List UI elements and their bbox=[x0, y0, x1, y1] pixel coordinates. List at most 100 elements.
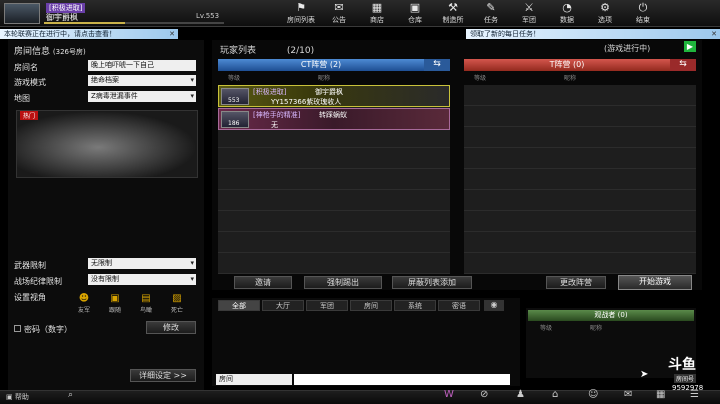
nav-item[interactable]: ⏻ 结束 bbox=[624, 0, 662, 27]
view-option[interactable]: ▨ 死亡 bbox=[165, 293, 189, 314]
empty-t-slot bbox=[464, 253, 696, 274]
chat-tab[interactable]: 军团 bbox=[306, 300, 348, 311]
bottom-bar bbox=[0, 390, 720, 404]
t-team-header[interactable]: T阵营 (0) bbox=[464, 59, 670, 71]
view-option-label: 友军 bbox=[77, 307, 90, 314]
empty-t-slot bbox=[464, 211, 696, 232]
room-name-label: 房间名 bbox=[14, 63, 38, 72]
chat-tab[interactable]: 全部 bbox=[218, 300, 260, 311]
help-icon: ▣ bbox=[6, 393, 13, 401]
nav-icon: ⚙ bbox=[600, 1, 610, 14]
player-level: Lv.553 bbox=[196, 12, 220, 20]
avatar[interactable] bbox=[4, 3, 40, 24]
compass-icon[interactable]: ⊘ bbox=[480, 389, 488, 400]
chat-tab[interactable]: 房间 bbox=[350, 300, 392, 311]
ct-col-level: 等级 bbox=[228, 75, 241, 82]
player-row[interactable]: 186 [神枪手的精准] 转踩蜗蚁 无 bbox=[218, 108, 450, 130]
room-number: (326号房) bbox=[52, 48, 86, 56]
player-avatar: 186 bbox=[221, 111, 249, 128]
invite-button[interactable]: 邀请 bbox=[234, 276, 292, 289]
player-level: 186 bbox=[228, 120, 240, 127]
notice-daily-task[interactable]: 领取了新的每日任务！ ✕ bbox=[466, 29, 720, 39]
start-game-button[interactable]: 开始游戏 bbox=[618, 275, 692, 290]
shop-icon[interactable]: W bbox=[444, 389, 454, 400]
chat-tab[interactable]: 大厅 bbox=[262, 300, 304, 311]
nav-item[interactable]: ⚙ 选项 bbox=[586, 0, 624, 27]
player-name: YY157366紫玫瑰收人 bbox=[271, 98, 342, 106]
nav-item[interactable]: ◔ 数据 bbox=[548, 0, 586, 27]
chat-tab[interactable]: 系统 bbox=[394, 300, 436, 311]
weapon-limit-select[interactable]: 无限制 bbox=[88, 258, 196, 269]
discipline-limit-label: 战场纪律限制 bbox=[14, 277, 62, 286]
view-option[interactable]: ▤ 鸟瞰 bbox=[134, 293, 158, 314]
nav-item[interactable]: ⚑ 房间列表 bbox=[282, 0, 320, 27]
nav-item[interactable]: ✉ 公告 bbox=[320, 0, 358, 27]
t-col-name: 昵称 bbox=[564, 75, 577, 82]
empty-ct-slot bbox=[218, 253, 450, 274]
play-icon[interactable]: ▶ bbox=[684, 41, 696, 52]
nav-label: 房间列表 bbox=[287, 16, 315, 24]
nav-item[interactable]: ▦ 商店 bbox=[358, 0, 396, 27]
nav-item[interactable]: ⚔ 军团 bbox=[510, 0, 548, 27]
chat-input[interactable] bbox=[294, 374, 510, 385]
game-mode-select[interactable]: 绝命档案 bbox=[88, 75, 196, 86]
nav-label: 仓库 bbox=[408, 16, 422, 24]
close-icon[interactable]: ✕ bbox=[169, 29, 175, 39]
friends-icon[interactable]: ☺ bbox=[588, 389, 598, 400]
detail-settings-button[interactable]: 详细设定 >> bbox=[130, 369, 196, 382]
notice-league-text: 本轮联赛正在进行中，请点击查看！ bbox=[4, 30, 116, 38]
room-info-title: 房间信息 (326号房) bbox=[14, 47, 86, 57]
watermark-room-label: 房间号 bbox=[674, 374, 697, 383]
nav-label: 结束 bbox=[636, 16, 650, 24]
watermark-logo: 斗鱼 bbox=[668, 357, 696, 373]
player-tag: [神枪手的精准] bbox=[253, 111, 301, 119]
nav-label: 军团 bbox=[522, 16, 536, 24]
ct-count: (2) bbox=[329, 60, 342, 69]
nav-item[interactable]: ⚒ 制造所 bbox=[434, 0, 472, 27]
room-name-input[interactable]: 晚上咱吓唬一下自己 bbox=[88, 60, 196, 71]
modify-password-button[interactable]: 修改 bbox=[146, 321, 196, 334]
player-level: 553 bbox=[228, 97, 240, 104]
change-team-button[interactable]: 更改阵营 bbox=[546, 276, 606, 289]
person-icon[interactable]: ♟ bbox=[516, 389, 525, 400]
checkbox[interactable] bbox=[14, 325, 21, 332]
chat-tab[interactable]: 密语 bbox=[438, 300, 480, 311]
nav-icon: ⏻ bbox=[638, 1, 648, 14]
nav-item[interactable]: ▣ 仓库 bbox=[396, 0, 434, 27]
nav-icon: ✉ bbox=[334, 1, 344, 14]
help-label: 帮助 bbox=[14, 393, 29, 401]
spectator-col-level: 等级 bbox=[540, 325, 553, 332]
discipline-limit-select[interactable]: 没有限制 bbox=[88, 274, 196, 285]
search-icon[interactable]: ⌕ bbox=[68, 390, 73, 400]
gift-icon[interactable]: ⌂ bbox=[552, 389, 558, 400]
eye-icon[interactable]: ◉ bbox=[484, 300, 504, 311]
view-option-icon: ☻ bbox=[78, 293, 90, 304]
map-select[interactable]: Z病毒泄漏事件 bbox=[88, 91, 196, 102]
block-list-button[interactable]: 屏蔽列表添加 bbox=[392, 276, 472, 289]
view-option-label: 跟随 bbox=[108, 307, 121, 314]
level-progress-bar bbox=[44, 22, 224, 24]
notice-task-text: 领取了新的每日任务！ bbox=[470, 30, 540, 38]
view-option[interactable]: ▣ 跟随 bbox=[103, 293, 127, 314]
chat-channel-select[interactable]: 房间 bbox=[216, 374, 292, 385]
notice-league[interactable]: 本轮联赛正在进行中，请点击查看！ ✕ bbox=[0, 29, 178, 39]
empty-t-slot bbox=[464, 148, 696, 169]
empty-ct-slot bbox=[218, 190, 450, 211]
nav-item[interactable]: ✎ 任务 bbox=[472, 0, 510, 27]
spectator-col-name: 昵称 bbox=[590, 325, 603, 332]
view-option-icon: ▨ bbox=[172, 293, 182, 304]
empty-ct-slot bbox=[218, 211, 450, 232]
close-icon[interactable]: ✕ bbox=[711, 29, 717, 39]
view-option[interactable]: ☻ 友军 bbox=[72, 293, 96, 314]
ct-team-header[interactable]: CT阵营 (2) bbox=[218, 59, 424, 71]
chat-icon[interactable]: ☰ bbox=[690, 389, 699, 400]
mail-icon[interactable]: ✉ bbox=[624, 389, 632, 400]
password-label-text: 密码（数字） bbox=[24, 325, 72, 334]
kick-button[interactable]: 强制踢出 bbox=[304, 276, 382, 289]
help-button[interactable]: ▣ 帮助 bbox=[6, 392, 29, 402]
calendar-icon[interactable]: ▦ bbox=[656, 389, 665, 400]
player-row[interactable]: 553 [积极进取] 御宇爵枫 YY157366紫玫瑰收人 bbox=[218, 85, 450, 107]
swap-icon[interactable]: ⇆ bbox=[424, 59, 450, 71]
map-preview bbox=[16, 110, 198, 178]
swap-icon[interactable]: ⇆ bbox=[670, 59, 696, 71]
